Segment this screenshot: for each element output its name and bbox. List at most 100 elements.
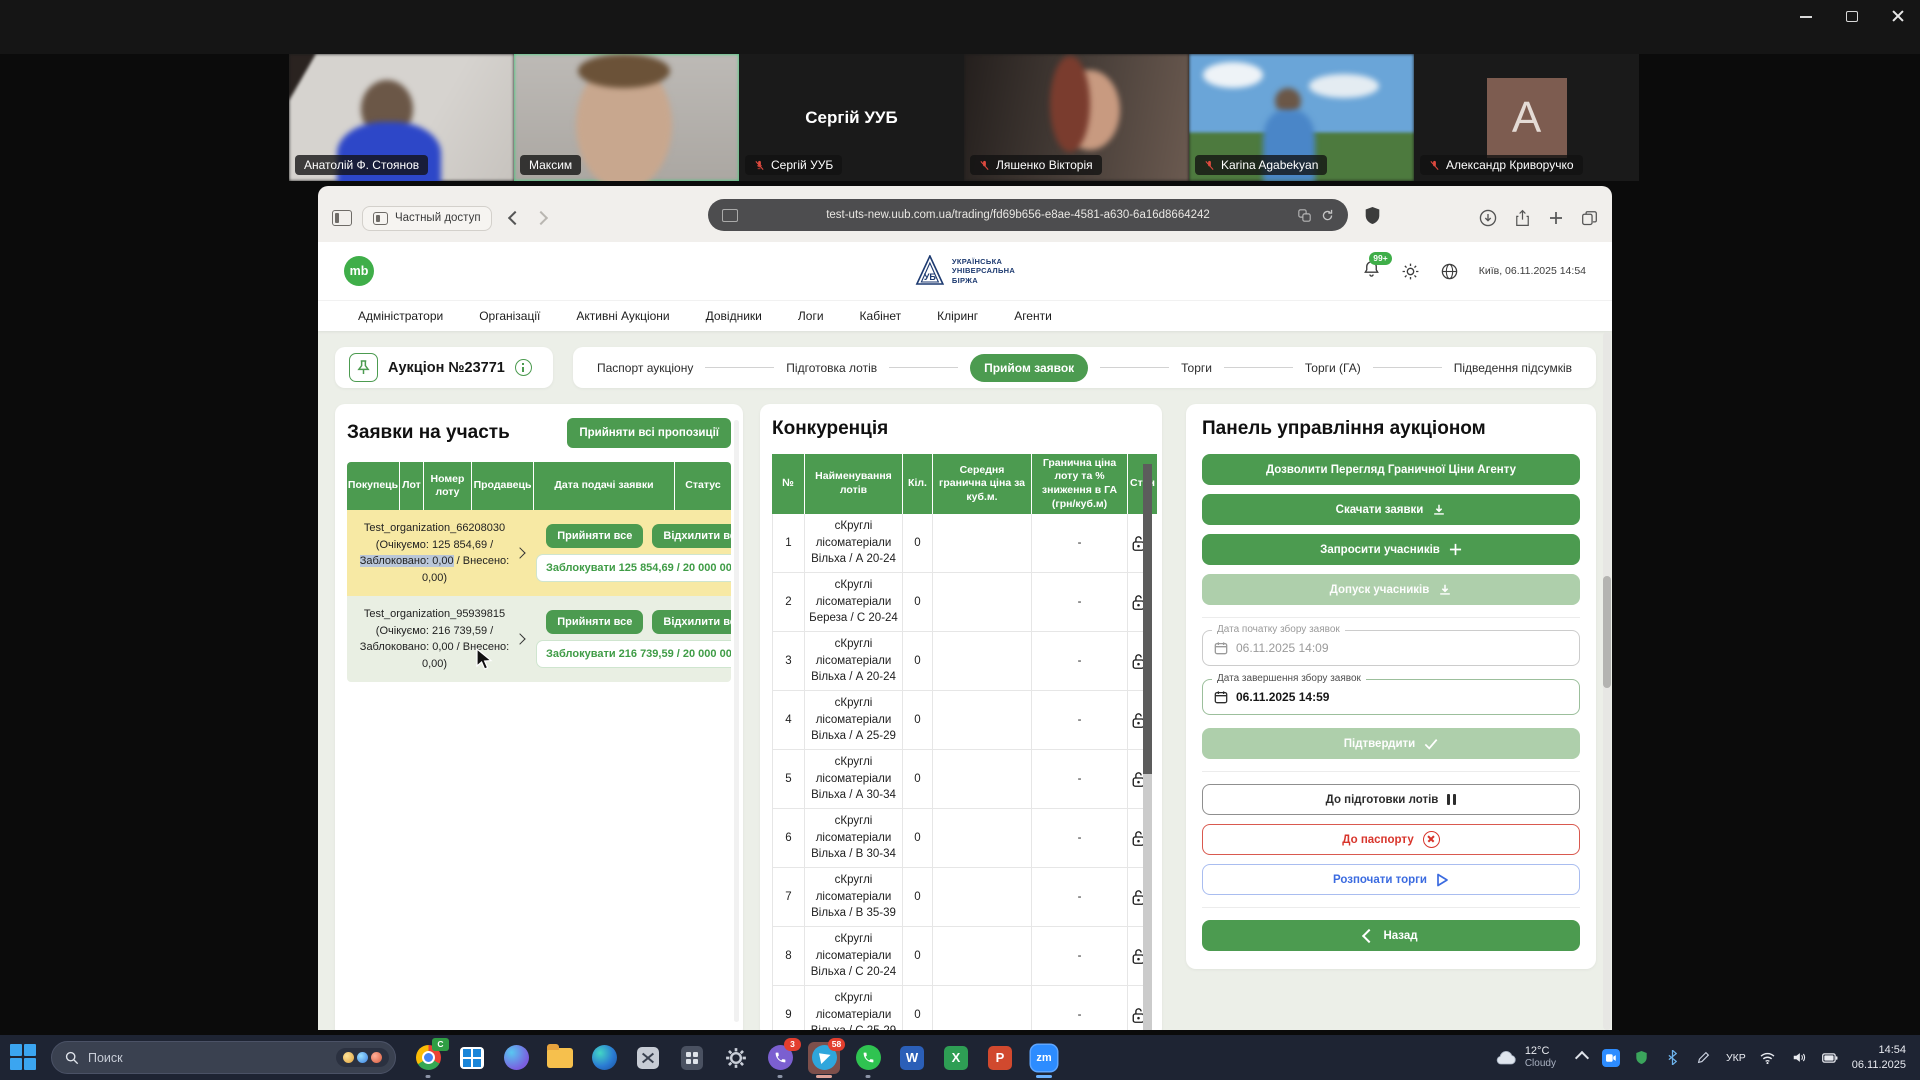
start-trading-button[interactable]: Розпочати торги bbox=[1202, 864, 1580, 895]
step-trading[interactable]: Торги bbox=[1181, 361, 1212, 375]
video-tile-active-speaker[interactable]: Максим bbox=[514, 54, 739, 181]
lot-name: сКруглі лісоматеріали Вільха / В 35-39 bbox=[805, 868, 903, 927]
viber-icon[interactable]: 3 bbox=[764, 1042, 796, 1074]
participant-name-chip: Максим bbox=[520, 155, 581, 175]
accept-all-row-button[interactable]: Прийняти все bbox=[546, 610, 643, 634]
account-avatar[interactable]: mb bbox=[344, 256, 374, 286]
reject-all-row-button[interactable]: Відхилити все bbox=[652, 524, 731, 548]
step-trading-ga[interactable]: Торги (ГА) bbox=[1305, 361, 1361, 375]
invite-participants-button[interactable]: Запросити учасників bbox=[1202, 534, 1580, 565]
block-funds-button[interactable]: Заблокувати 125 854,69 / 20 000 000,00 bbox=[536, 554, 731, 582]
battery-icon[interactable] bbox=[1821, 1049, 1839, 1067]
theme-sun-icon[interactable] bbox=[1401, 262, 1420, 281]
notifications-button[interactable]: 99+ bbox=[1362, 259, 1381, 284]
chrome-icon[interactable]: C bbox=[412, 1042, 444, 1074]
download-bids-button[interactable]: Скачати заявки bbox=[1202, 494, 1580, 525]
adblock-shield-icon[interactable] bbox=[1364, 206, 1381, 225]
back-icon[interactable] bbox=[507, 211, 521, 225]
tray-overflow-icon[interactable] bbox=[1575, 1050, 1589, 1064]
maximize-icon[interactable] bbox=[1844, 8, 1860, 24]
step-lot-preparation[interactable]: Підготовка лотів bbox=[786, 361, 877, 375]
copilot-icon[interactable] bbox=[500, 1042, 532, 1074]
new-tab-icon[interactable] bbox=[1548, 210, 1564, 226]
competition-scrollbar[interactable] bbox=[1143, 464, 1152, 1030]
nav-item-administrators[interactable]: Адміністратори bbox=[358, 309, 443, 323]
info-icon[interactable] bbox=[515, 359, 532, 376]
bluetooth-icon[interactable] bbox=[1664, 1049, 1682, 1067]
confirm-button[interactable]: Підтвердити bbox=[1202, 728, 1580, 759]
step-passport[interactable]: Паспорт аукціону bbox=[597, 361, 693, 375]
expand-row-icon[interactable] bbox=[514, 633, 525, 644]
video-tile[interactable]: Ляшенко Вікторія bbox=[964, 54, 1189, 181]
nav-item-cabinet[interactable]: Кабінет bbox=[860, 309, 902, 323]
wifi-icon[interactable] bbox=[1759, 1049, 1777, 1067]
bid-collection-end-field[interactable]: Дата завершення збору заявок 06.11.2025 … bbox=[1202, 679, 1580, 715]
close-icon[interactable] bbox=[1890, 8, 1906, 24]
nav-item-active-auctions[interactable]: Активні Аукціони bbox=[576, 309, 669, 323]
back-button[interactable]: Назад bbox=[1202, 920, 1580, 951]
video-tile-avatar[interactable]: А Александр Криворучко bbox=[1414, 54, 1639, 181]
zoom-tray-icon[interactable] bbox=[1602, 1049, 1620, 1067]
nav-item-logs[interactable]: Логи bbox=[798, 309, 824, 323]
step-results[interactable]: Підведення підсумків bbox=[1454, 361, 1572, 375]
share-icon[interactable] bbox=[1514, 209, 1531, 227]
buyer-amounts: (Очікуємо: 125 854,69 / bbox=[376, 539, 493, 551]
minimize-icon[interactable] bbox=[1798, 8, 1814, 24]
downloads-icon[interactable] bbox=[1479, 209, 1497, 227]
uub-logo-emblem: УБ bbox=[915, 255, 945, 287]
participant-name: Сергій УУБ bbox=[771, 158, 833, 172]
nav-item-agents[interactable]: Агенти bbox=[1014, 309, 1052, 323]
calculator-icon[interactable] bbox=[676, 1042, 708, 1074]
file-explorer-icon[interactable] bbox=[544, 1042, 576, 1074]
reject-all-row-button[interactable]: Відхилити все bbox=[652, 610, 731, 634]
accept-all-row-button[interactable]: Прийняти все bbox=[546, 524, 643, 548]
nav-item-organizations[interactable]: Організації bbox=[479, 309, 540, 323]
nav-item-directories[interactable]: Довідники bbox=[706, 309, 762, 323]
snipping-tool-icon[interactable] bbox=[632, 1042, 664, 1074]
whatsapp-icon[interactable] bbox=[852, 1042, 884, 1074]
step-bid-collection-active[interactable]: Прийом заявок bbox=[970, 354, 1088, 382]
admission-participants-button[interactable]: Допуск учасників bbox=[1202, 574, 1580, 605]
nav-item-clearing[interactable]: Кліринг bbox=[937, 309, 978, 323]
zoom-app-icon[interactable]: zm bbox=[1028, 1042, 1060, 1074]
tabs-icon[interactable] bbox=[1581, 210, 1598, 227]
excel-icon[interactable]: X bbox=[940, 1042, 972, 1074]
page-scrollbar[interactable] bbox=[1603, 332, 1611, 1030]
bids-scrollbar[interactable] bbox=[734, 420, 739, 1022]
start-button[interactable] bbox=[10, 1044, 37, 1071]
edge-icon[interactable] bbox=[588, 1042, 620, 1074]
telegram-icon[interactable]: 58 bbox=[808, 1042, 840, 1074]
microsoft-store-icon[interactable] bbox=[456, 1042, 488, 1074]
expand-row-icon[interactable] bbox=[514, 547, 525, 558]
language-globe-icon[interactable] bbox=[1440, 262, 1459, 281]
accept-all-proposals-button[interactable]: Прийняти всі пропозиції bbox=[567, 418, 731, 448]
video-tile[interactable]: Анатолій Ф. Стоянов bbox=[289, 54, 514, 181]
pen-tray-icon[interactable] bbox=[1695, 1049, 1713, 1067]
antivirus-tray-icon[interactable] bbox=[1633, 1049, 1651, 1067]
row-num: 7 bbox=[772, 868, 805, 927]
page-scrollbar-thumb[interactable] bbox=[1603, 576, 1611, 688]
url-text[interactable]: test-uts-new.uub.com.ua/trading/fd69b656… bbox=[748, 209, 1288, 221]
forward-icon[interactable] bbox=[533, 211, 547, 225]
settings-gear-icon[interactable] bbox=[720, 1042, 752, 1074]
language-indicator[interactable]: УКР bbox=[1726, 1052, 1746, 1064]
private-mode-chip[interactable]: Частный доступ bbox=[362, 206, 492, 231]
translate-icon[interactable] bbox=[1298, 209, 1311, 222]
word-icon[interactable]: W bbox=[896, 1042, 928, 1074]
sidebar-toggle-icon[interactable] bbox=[332, 210, 352, 226]
to-passport-button[interactable]: До паспорту bbox=[1202, 824, 1580, 855]
block-funds-button[interactable]: Заблокувати 216 739,59 / 20 000 000,00 bbox=[536, 640, 731, 668]
volume-icon[interactable] bbox=[1790, 1049, 1808, 1067]
powerpoint-icon[interactable]: P bbox=[984, 1042, 1016, 1074]
weather-widget[interactable]: 12°C Cloudy bbox=[1494, 1045, 1556, 1070]
taskbar-search[interactable]: Поиск bbox=[51, 1041, 396, 1074]
video-tile-no-video[interactable]: Сергій УУБ Сергій УУБ bbox=[739, 54, 964, 181]
address-bar[interactable]: test-uts-new.uub.com.ua/trading/fd69b656… bbox=[708, 199, 1348, 231]
search-highlight-decoration[interactable] bbox=[336, 1048, 389, 1067]
to-lot-preparation-button[interactable]: До підготовки лотів bbox=[1202, 784, 1580, 815]
video-tile[interactable]: Karina Agabekyan bbox=[1189, 54, 1414, 181]
scrollbar-thumb[interactable] bbox=[1143, 464, 1152, 774]
taskbar-clock[interactable]: 14:54 06.11.2025 bbox=[1852, 1043, 1906, 1072]
refresh-icon[interactable] bbox=[1321, 209, 1334, 222]
allow-agent-price-view-button[interactable]: Дозволити Перегляд Граничної Ціни Агенту bbox=[1202, 454, 1580, 485]
